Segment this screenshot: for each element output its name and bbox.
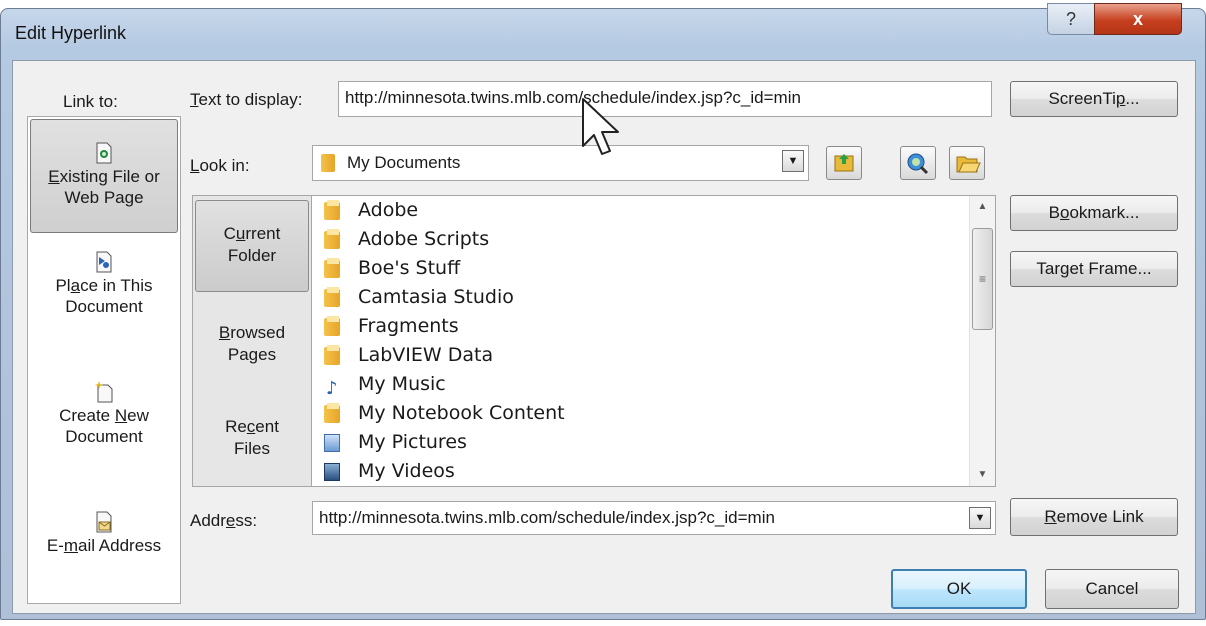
- pictures-icon: [324, 434, 340, 452]
- browse-file-button[interactable]: [949, 146, 985, 180]
- dialog-title: Edit Hyperlink: [15, 23, 127, 43]
- nav-current-folder[interactable]: Current Folder: [195, 200, 309, 292]
- mouse-pointer-icon: [582, 98, 619, 155]
- scrollbar-thumb[interactable]: ≡: [972, 228, 993, 330]
- scroll-up-arrow-icon[interactable]: ▲: [970, 196, 995, 218]
- look-in-value: My Documents: [347, 153, 461, 172]
- folder-icon: [324, 403, 340, 423]
- folder-icon: [324, 316, 340, 336]
- folder-icon: [324, 345, 340, 365]
- ok-button[interactable]: OK: [891, 569, 1027, 609]
- folder-open-icon: [956, 156, 981, 173]
- look-in-dropdown[interactable]: My Documents ▼: [312, 145, 809, 181]
- music-note-icon: ♪: [326, 378, 338, 399]
- address-field[interactable]: http://minnesota.twins.mlb.com/schedule/…: [312, 501, 996, 535]
- address-label: Address:: [190, 511, 258, 530]
- cancel-button[interactable]: Cancel: [1045, 569, 1179, 609]
- bookmark-button[interactable]: Bookmark...: [1010, 195, 1178, 231]
- browse-web-button[interactable]: [900, 146, 936, 180]
- up-one-folder-button[interactable]: [826, 146, 862, 180]
- folder-up-icon: [834, 154, 854, 172]
- folder-icon: [324, 200, 340, 220]
- scroll-down-arrow-icon[interactable]: ▼: [970, 464, 995, 486]
- file-list[interactable]: Adobe Adobe Scripts Boe's Stuff Camtasia…: [312, 195, 996, 487]
- folder-icon: [324, 229, 340, 249]
- text-to-display-field[interactable]: http://minnesota.twins.mlb.com/schedule/…: [338, 81, 992, 117]
- text-to-display-label: Text to display:: [190, 90, 303, 109]
- folder-icon: [324, 287, 340, 307]
- look-in-label: Look in:: [190, 156, 250, 175]
- link-to-email-address[interactable]: E-mail Address: [30, 511, 178, 556]
- globe-search-icon: [907, 153, 929, 175]
- document-arrow-icon: [96, 251, 112, 273]
- screentip-button[interactable]: ScreenTip...: [1010, 81, 1178, 117]
- link-to-label: Link to:: [63, 92, 118, 111]
- email-document-icon: [96, 511, 112, 533]
- title-bar[interactable]: Edit Hyperlink ? x: [1, 3, 1205, 57]
- link-to-existing-file[interactable]: Existing File or Web Page: [30, 119, 178, 233]
- videos-icon: [324, 463, 340, 481]
- link-to-panel: Existing File or Web Page Place in This …: [27, 116, 181, 604]
- document-globe-icon: [96, 142, 112, 164]
- address-value: http://minnesota.twins.mlb.com/schedule/…: [319, 508, 775, 527]
- file-list-scrollbar[interactable]: ▲ ≡ ▼: [969, 196, 995, 486]
- new-document-icon: [95, 381, 113, 403]
- nav-recent-files[interactable]: Recent Files: [195, 416, 309, 460]
- folder-icon: [321, 154, 335, 172]
- link-to-place-in-document[interactable]: Place in This Document: [30, 251, 178, 317]
- link-to-create-new-document[interactable]: Create New Document: [30, 381, 178, 447]
- target-frame-button[interactable]: Target Frame...: [1010, 251, 1178, 287]
- browse-nav-panel: Current Folder Browsed Pages Recent File…: [192, 195, 312, 487]
- chevron-down-icon[interactable]: ▼: [782, 150, 804, 172]
- nav-browsed-pages[interactable]: Browsed Pages: [195, 322, 309, 366]
- remove-link-button[interactable]: Remove Link: [1010, 498, 1178, 536]
- help-button[interactable]: ?: [1047, 3, 1095, 35]
- chevron-down-icon[interactable]: ▼: [969, 507, 991, 529]
- close-button[interactable]: x: [1094, 3, 1182, 35]
- folder-icon: [324, 258, 340, 278]
